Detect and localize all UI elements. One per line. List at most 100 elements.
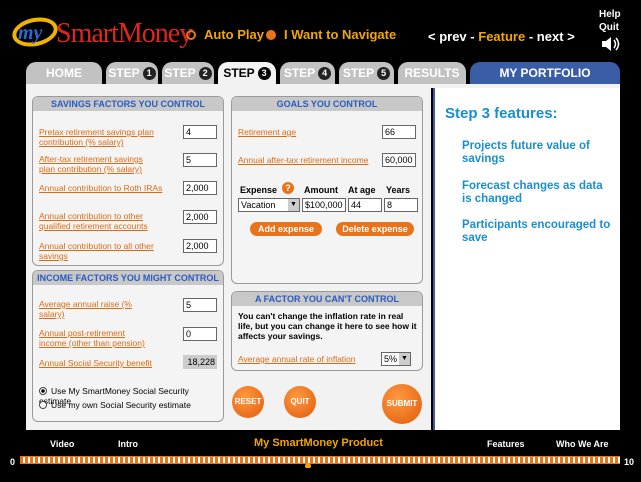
raise-input[interactable]: 5	[183, 298, 217, 312]
pretax-input[interactable]: 4	[183, 125, 217, 139]
quit-button[interactable]: QUIT	[284, 386, 316, 418]
step-4-number: 4	[318, 67, 332, 80]
help-question-icon[interactable]: ?	[282, 182, 294, 194]
timeline-who-we-are[interactable]: Who We Are	[556, 439, 609, 449]
radio-selected-icon	[39, 387, 47, 395]
tab-step-1[interactable]: STEP 1	[106, 62, 158, 84]
tab-step-3[interactable]: STEP 3	[218, 62, 276, 84]
amount-input[interactable]: $100,000	[302, 198, 346, 212]
quit-link[interactable]: Quit	[599, 22, 619, 33]
expense-select[interactable]: Vacation Hon ▼	[238, 198, 300, 212]
age-column-header: At age	[348, 185, 376, 195]
other-savings-input[interactable]: 2,000	[183, 239, 217, 253]
raise-label: Average annual raise (% salary)	[39, 299, 132, 319]
auto-play-option[interactable]: Auto Play	[186, 27, 264, 42]
tab-step-4-label: STEP	[283, 66, 316, 80]
tab-step-3-label: STEP	[223, 66, 255, 80]
roth-input[interactable]: 2,000	[183, 181, 217, 195]
tab-step-2[interactable]: STEP 2	[162, 62, 214, 84]
feature-navigation: < prev - Feature - next >	[428, 29, 575, 44]
chevron-down-icon: ▼	[399, 353, 410, 365]
roth-label: Annual contribution to Roth IRAs	[39, 183, 163, 193]
feature-item: Forecast changes as data is changed	[462, 180, 603, 205]
timeline-start: 0	[10, 457, 16, 467]
post-retirement-input[interactable]: 0	[183, 327, 217, 341]
aftertax-input[interactable]: 5	[183, 153, 217, 167]
inflation-box: A FACTOR YOU CAN'T CONTROL You can't cha…	[231, 291, 423, 371]
tab-results-label: RESULTS	[404, 66, 460, 80]
radio-empty-icon	[186, 30, 196, 40]
tab-home-label: HOME	[46, 66, 82, 80]
amount-column-header: Amount	[304, 185, 338, 195]
logo-brand-text: SmartMoney	[56, 18, 193, 49]
other-savings-label: Annual contribution to all other savings	[39, 241, 154, 261]
timeline-end: 10	[624, 457, 635, 467]
add-expense-button[interactable]: Add expense	[250, 222, 322, 236]
tab-results[interactable]: RESULTS	[398, 62, 466, 84]
tab-step-1-label: STEP	[108, 66, 140, 80]
retirement-age-label: Retirement age	[238, 127, 297, 137]
speaker-icon[interactable]	[600, 36, 622, 52]
savings-factors-box: SAVINGS FACTORS YOU CONTROL Pretax retir…	[32, 96, 224, 266]
feature-item: Participants encouraged to save	[462, 219, 611, 244]
timeline-features[interactable]: Features	[487, 439, 525, 449]
timeline-intro[interactable]: Intro	[118, 439, 138, 449]
tab-step-5[interactable]: STEP 5	[339, 62, 394, 84]
tab-step-5-label: STEP	[342, 66, 375, 80]
retirement-age-input[interactable]: 66	[382, 125, 416, 139]
tab-home[interactable]: HOME	[26, 62, 102, 84]
use-own-option[interactable]: Use my own Social Security estimate	[39, 400, 191, 410]
help-link[interactable]: Help	[599, 9, 621, 20]
reset-button[interactable]: RESET	[232, 386, 264, 418]
inflation-select-value: 5%	[384, 354, 398, 364]
tab-my-portfolio[interactable]: MY PORTFOLIO	[470, 62, 620, 84]
radio-empty-icon	[39, 401, 47, 409]
feature-label: Feature	[478, 29, 526, 44]
retirement-income-input[interactable]: 60,000	[382, 153, 416, 167]
aftertax-label: After-tax retirement savings plan contri…	[39, 154, 143, 174]
navigate-label: I Want to Navigate	[284, 27, 397, 42]
years-input[interactable]: 8	[384, 198, 418, 212]
step-5-number: 5	[377, 67, 391, 80]
inflation-description: You can't change the inflation rate in r…	[238, 311, 417, 341]
step-2-number: 2	[198, 67, 212, 80]
goals-box: GOALS YOU CONTROL Retirement age 66 Annu…	[231, 96, 423, 284]
tab-portfolio-label: MY PORTFOLIO	[499, 66, 591, 80]
savings-factors-title: SAVINGS FACTORS YOU CONTROL	[33, 97, 223, 111]
logo-my-text: my	[18, 22, 43, 44]
retirement-income-label: Annual after-tax retirement income	[238, 155, 369, 165]
tab-step-4[interactable]: STEP 4	[280, 62, 335, 84]
at-age-input[interactable]: 44	[348, 198, 382, 212]
features-title: Step 3 features:	[445, 105, 558, 122]
timeline-scrubber[interactable]	[20, 452, 620, 468]
inflation-select[interactable]: 5% ▼	[381, 352, 411, 366]
inflation-label: Average annual rate of inflation	[238, 354, 356, 364]
social-security-label: Annual Social Security benefit	[39, 358, 152, 368]
step-1-number: 1	[142, 67, 156, 80]
smartmoney-logo: my SmartMoney	[9, 12, 193, 52]
calculator-pane: SAVINGS FACTORS YOU CONTROL Pretax retir…	[26, 88, 431, 430]
other-qualified-label: Annual contribution to other qualified r…	[39, 211, 148, 231]
use-own-label: Use my own Social Security estimate	[51, 400, 191, 410]
income-factors-box: INCOME FACTORS YOU MIGHT CONTROL Average…	[32, 270, 224, 422]
delete-expense-button[interactable]: Delete expense	[336, 222, 414, 236]
timeline-product[interactable]: My SmartMoney Product	[254, 437, 383, 449]
other-qualified-input[interactable]: 2,000	[183, 210, 217, 224]
submit-button[interactable]: SUBMIT	[382, 384, 422, 424]
post-retirement-label: Annual post-retirement income (other tha…	[39, 328, 145, 348]
income-factors-title: INCOME FACTORS YOU MIGHT CONTROL	[33, 271, 223, 285]
tab-step-2-label: STEP	[164, 66, 196, 80]
goals-title: GOALS YOU CONTROL	[232, 97, 422, 111]
auto-play-label: Auto Play	[204, 27, 264, 42]
expense-select-value: Vacation Hon	[241, 200, 276, 210]
timeline-video[interactable]: Video	[50, 439, 74, 449]
prev-link[interactable]: < prev	[428, 29, 467, 44]
radio-selected-icon	[266, 30, 276, 40]
inflation-title: A FACTOR YOU CAN'T CONTROL	[232, 292, 422, 306]
step-3-number: 3	[257, 67, 271, 80]
chevron-down-icon: ▼	[288, 199, 299, 211]
pretax-label: Pretax retirement savings plan contribut…	[39, 127, 154, 147]
social-security-value: 18,228	[183, 355, 217, 369]
navigate-option[interactable]: I Want to Navigate	[266, 27, 396, 42]
next-link[interactable]: next >	[537, 29, 575, 44]
